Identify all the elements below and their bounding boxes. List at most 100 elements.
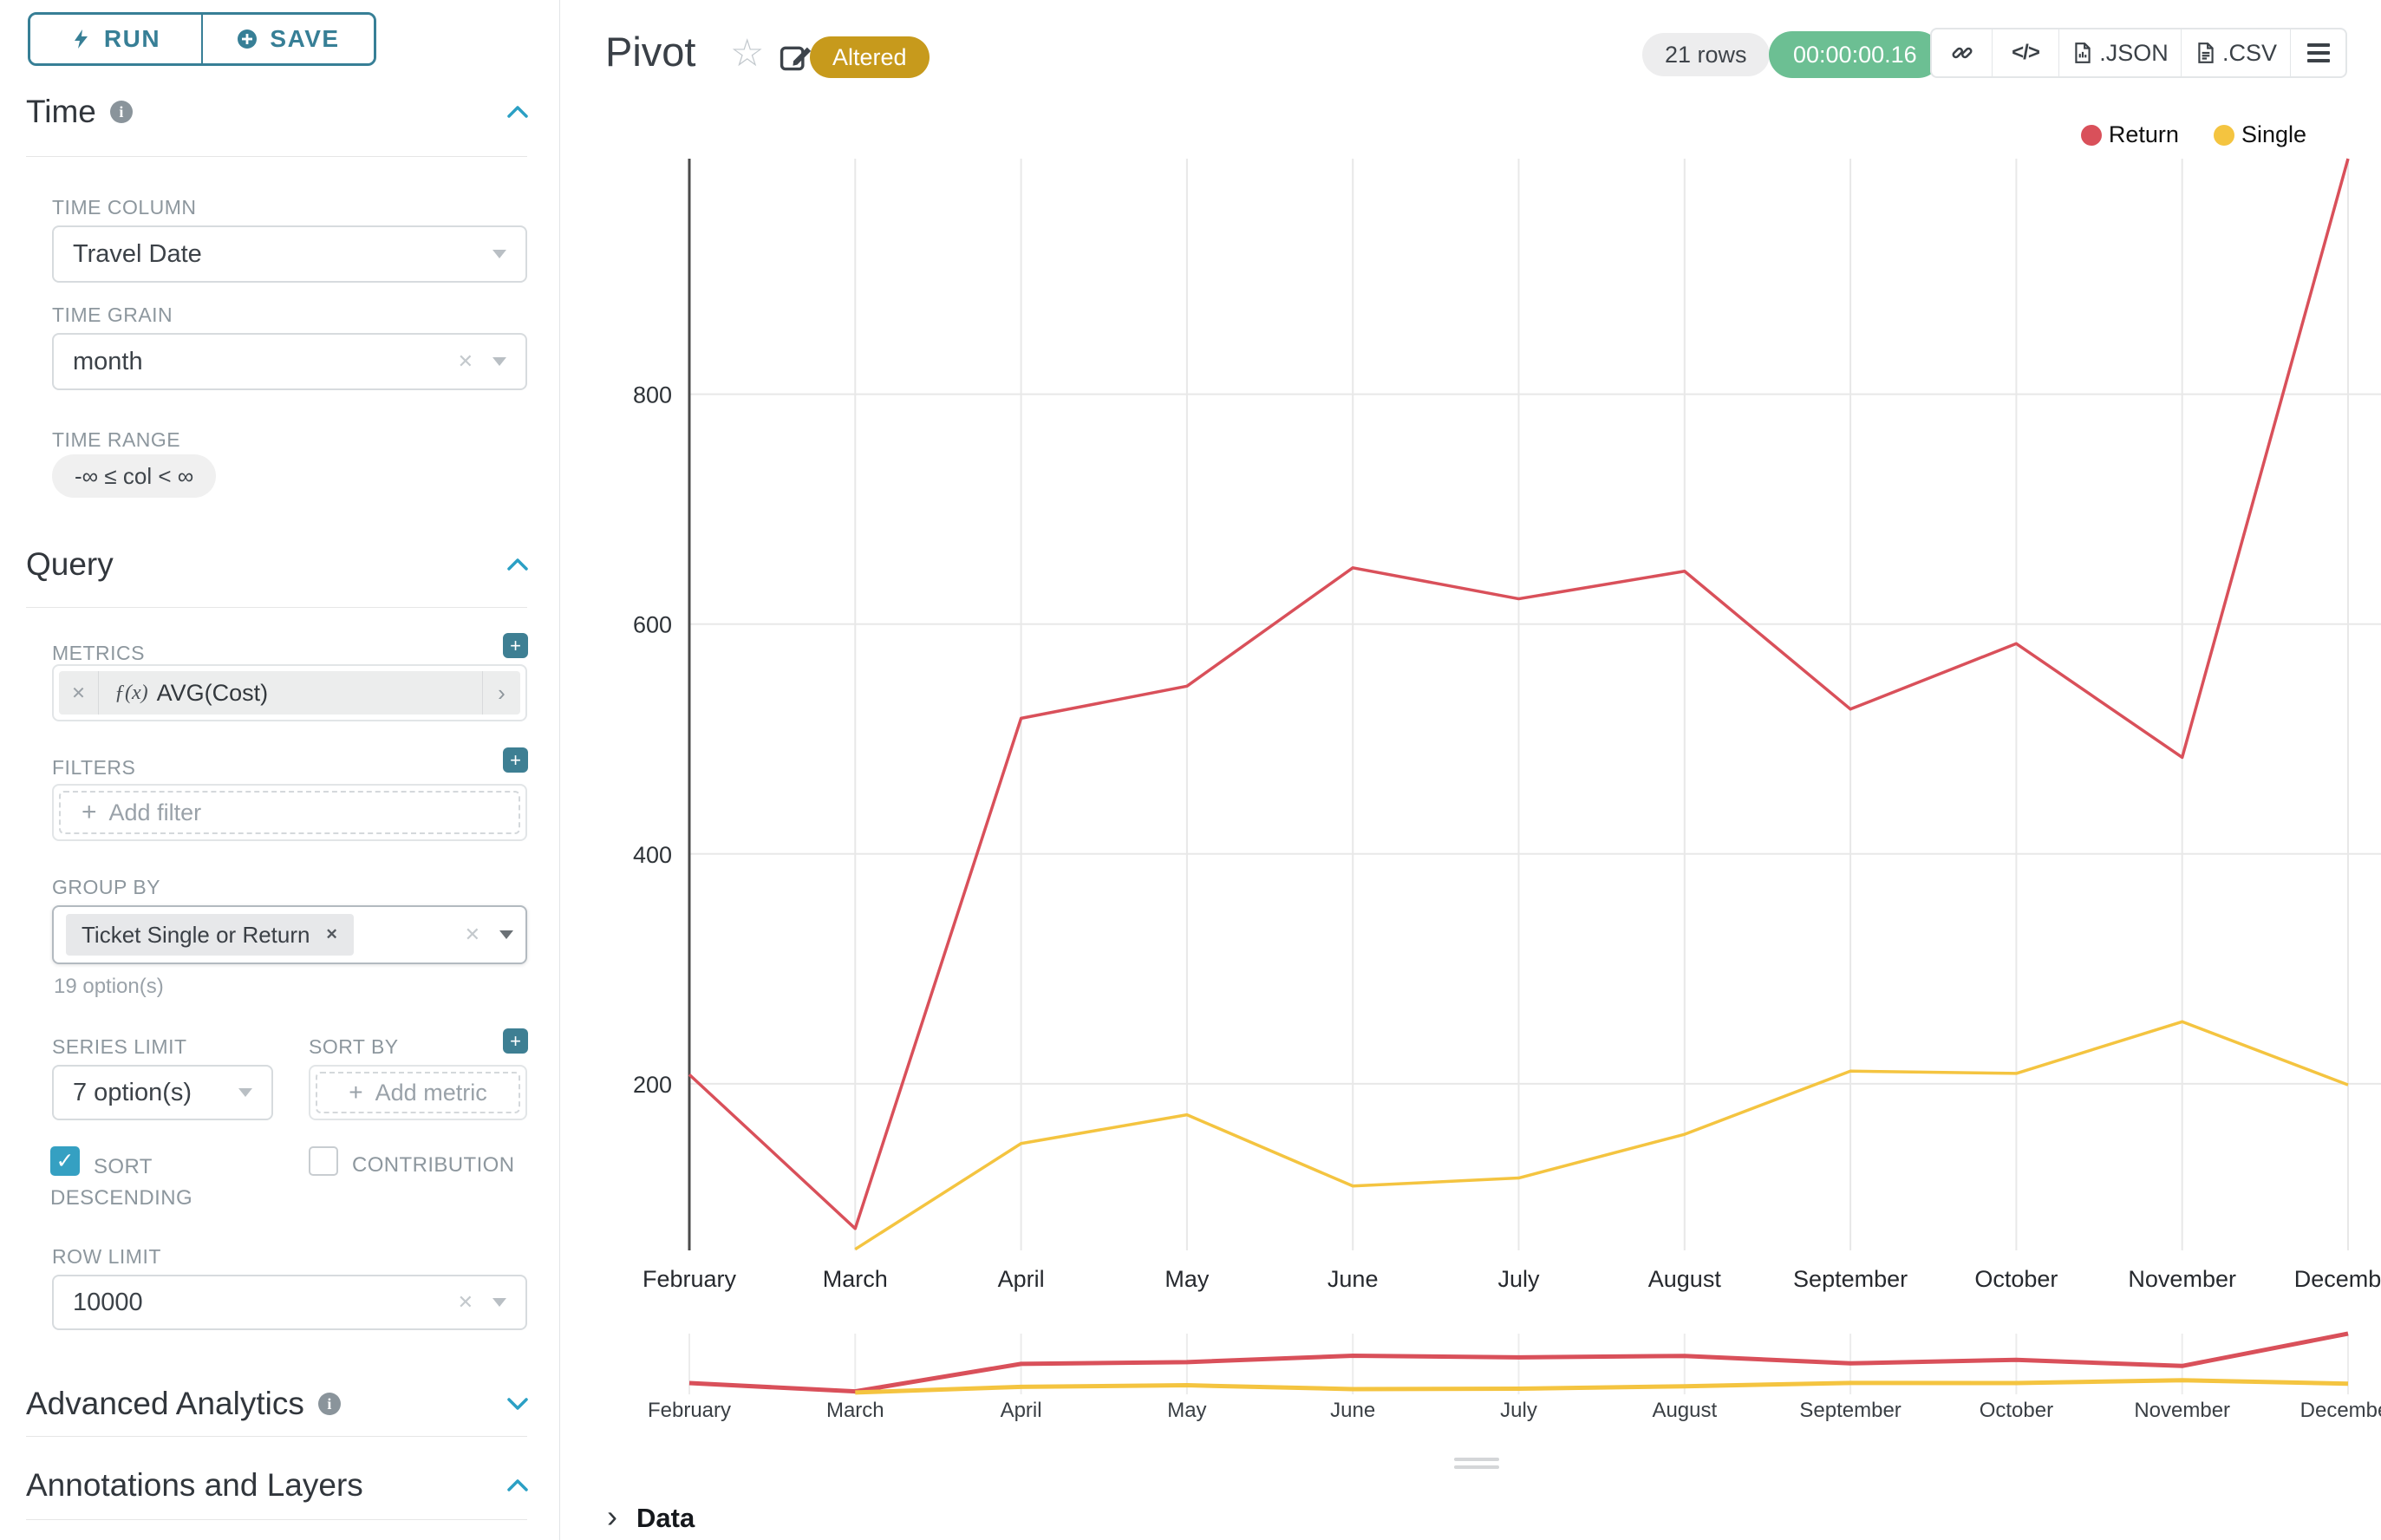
series-limit-label: SERIES LIMIT bbox=[52, 1035, 187, 1059]
contribution-checkbox[interactable] bbox=[309, 1146, 338, 1176]
x-axis-label: April bbox=[998, 1266, 1045, 1292]
time-range-value: -∞ ≤ col < ∞ bbox=[75, 463, 193, 490]
time-grain-select[interactable]: month ✕ bbox=[52, 333, 527, 390]
export-json-label: .JSON bbox=[2099, 40, 2169, 67]
section-title: Advanced Analytics bbox=[26, 1386, 304, 1422]
filters-box: + Add filter bbox=[52, 784, 527, 841]
mini-x-axis-label: October bbox=[1980, 1399, 2053, 1422]
row-count-label: 21 rows bbox=[1665, 42, 1747, 69]
chevron-down-icon bbox=[499, 930, 513, 939]
altered-badge[interactable]: Altered bbox=[810, 36, 930, 78]
plus-icon: + bbox=[82, 798, 97, 827]
add-metric-button[interactable]: + bbox=[503, 633, 528, 658]
sort-descending-label: SORT DESCENDING bbox=[50, 1152, 206, 1214]
remove-metric-icon[interactable]: ✕ bbox=[59, 671, 99, 715]
divider bbox=[26, 607, 527, 608]
add-filter-dropzone[interactable]: + Add filter bbox=[59, 791, 520, 834]
group-by-hint: 19 option(s) bbox=[54, 975, 164, 999]
data-panel-header[interactable]: › Data bbox=[607, 1503, 695, 1534]
chart-menu-button[interactable] bbox=[2290, 29, 2345, 76]
save-button[interactable]: SAVE bbox=[201, 15, 374, 63]
time-column-select[interactable]: Travel Date bbox=[52, 225, 527, 283]
add-filter-button[interactable]: + bbox=[503, 747, 528, 773]
time-range-pill[interactable]: -∞ ≤ col < ∞ bbox=[52, 454, 216, 498]
x-axis-label: November bbox=[2128, 1266, 2236, 1292]
metrics-box: ✕ ƒ(x) AVG(Cost) › bbox=[52, 664, 527, 721]
export-csv-label: .CSV bbox=[2222, 40, 2277, 67]
divider bbox=[26, 156, 527, 157]
section-header-query: Query bbox=[26, 546, 529, 583]
contribution-label: CONTRIBUTION bbox=[352, 1153, 514, 1178]
edit-title-icon[interactable] bbox=[779, 40, 813, 75]
query-timer-badge: 00:00:00.16 bbox=[1769, 31, 1941, 78]
row-limit-label: ROW LIMIT bbox=[52, 1245, 161, 1269]
mini-x-axis-label: March bbox=[826, 1399, 884, 1422]
control-panel: RUN SAVE Time i TIME COLUMN Travel Date … bbox=[0, 0, 559, 1540]
file-json-icon bbox=[2071, 42, 2094, 64]
add-sort-metric-dropzone[interactable]: + Add metric bbox=[316, 1072, 520, 1113]
query-timer-label: 00:00:00.16 bbox=[1793, 42, 1917, 69]
chevron-up-icon[interactable] bbox=[506, 1478, 529, 1493]
panel-resize-handle[interactable] bbox=[1454, 1458, 1499, 1473]
main-chart[interactable]: 200400600800FebruaryFebruaryMarchMarchAp… bbox=[572, 87, 2381, 1439]
chevron-right-icon: › bbox=[607, 1501, 617, 1532]
chevron-right-icon[interactable]: › bbox=[482, 671, 520, 715]
info-icon: i bbox=[110, 101, 133, 123]
series-line-Single[interactable] bbox=[855, 1021, 2348, 1249]
chevron-down-icon[interactable] bbox=[506, 1396, 529, 1412]
remove-chip-icon[interactable]: ✕ bbox=[325, 926, 337, 943]
mini-x-axis-label: August bbox=[1652, 1399, 1717, 1422]
chevron-down-icon bbox=[493, 1298, 506, 1307]
data-panel-title: Data bbox=[636, 1503, 695, 1534]
section-header-annotations: Annotations and Layers bbox=[26, 1467, 529, 1504]
row-limit-value: 10000 bbox=[73, 1289, 143, 1317]
menu-icon bbox=[2307, 43, 2330, 62]
series-limit-select[interactable]: 7 option(s) bbox=[52, 1065, 273, 1120]
divider bbox=[26, 1436, 527, 1437]
copy-link-button[interactable] bbox=[1932, 29, 1992, 76]
chevron-up-icon[interactable] bbox=[506, 557, 529, 572]
run-button[interactable]: RUN bbox=[30, 15, 201, 63]
mini-x-axis-label: November bbox=[2134, 1399, 2230, 1422]
mini-x-axis-label: May bbox=[1167, 1399, 1206, 1422]
altered-badge-label: Altered bbox=[832, 44, 907, 71]
clear-icon[interactable]: ✕ bbox=[458, 350, 473, 373]
chart-title: Pivot bbox=[605, 26, 696, 78]
clear-icon[interactable]: ✕ bbox=[458, 1291, 473, 1314]
run-save-button-group: RUN SAVE bbox=[28, 12, 376, 66]
section-header-advanced-analytics: Advanced Analytics i bbox=[26, 1386, 529, 1422]
chevron-up-icon[interactable] bbox=[506, 104, 529, 120]
sort-by-label: SORT BY bbox=[309, 1035, 399, 1059]
info-icon: i bbox=[318, 1393, 341, 1415]
filters-label: FILTERS bbox=[52, 756, 135, 780]
divider bbox=[26, 1519, 527, 1520]
chevron-down-icon bbox=[493, 357, 506, 366]
x-axis-label: December bbox=[2294, 1266, 2381, 1292]
mini-x-axis-label: June bbox=[1330, 1399, 1375, 1422]
metrics-label: METRICS bbox=[52, 642, 145, 665]
add-sort-metric-button[interactable]: + bbox=[503, 1028, 528, 1054]
x-axis-label: October bbox=[1974, 1266, 2058, 1292]
file-csv-icon bbox=[2195, 42, 2217, 64]
row-limit-select[interactable]: 10000 ✕ bbox=[52, 1275, 527, 1330]
link-icon bbox=[1950, 41, 1974, 65]
clear-icon[interactable]: ✕ bbox=[465, 923, 480, 946]
group-by-chip[interactable]: Ticket Single or Return ✕ bbox=[66, 914, 354, 956]
export-csv-button[interactable]: .CSV bbox=[2181, 29, 2290, 76]
run-label: RUN bbox=[104, 25, 160, 53]
mini-x-axis-label: July bbox=[1500, 1399, 1537, 1422]
metric-pill[interactable]: ✕ ƒ(x) AVG(Cost) › bbox=[59, 671, 520, 715]
export-json-button[interactable]: .JSON bbox=[2058, 29, 2181, 76]
y-axis-tick-label: 800 bbox=[633, 382, 672, 408]
x-axis-label: July bbox=[1497, 1266, 1540, 1292]
panel-divider[interactable] bbox=[559, 0, 560, 1540]
x-axis-label: September bbox=[1793, 1266, 1908, 1292]
group-by-select[interactable]: Ticket Single or Return ✕ ✕ bbox=[52, 905, 527, 964]
group-by-value: Ticket Single or Return bbox=[82, 922, 310, 949]
y-axis-tick-label: 600 bbox=[633, 612, 672, 638]
embed-code-button[interactable]: </> bbox=[1992, 29, 2058, 76]
chevron-down-icon bbox=[493, 250, 506, 258]
time-grain-label: TIME GRAIN bbox=[52, 303, 173, 327]
x-axis-label: March bbox=[823, 1266, 888, 1292]
favorite-star-icon[interactable]: ☆ bbox=[730, 31, 764, 76]
